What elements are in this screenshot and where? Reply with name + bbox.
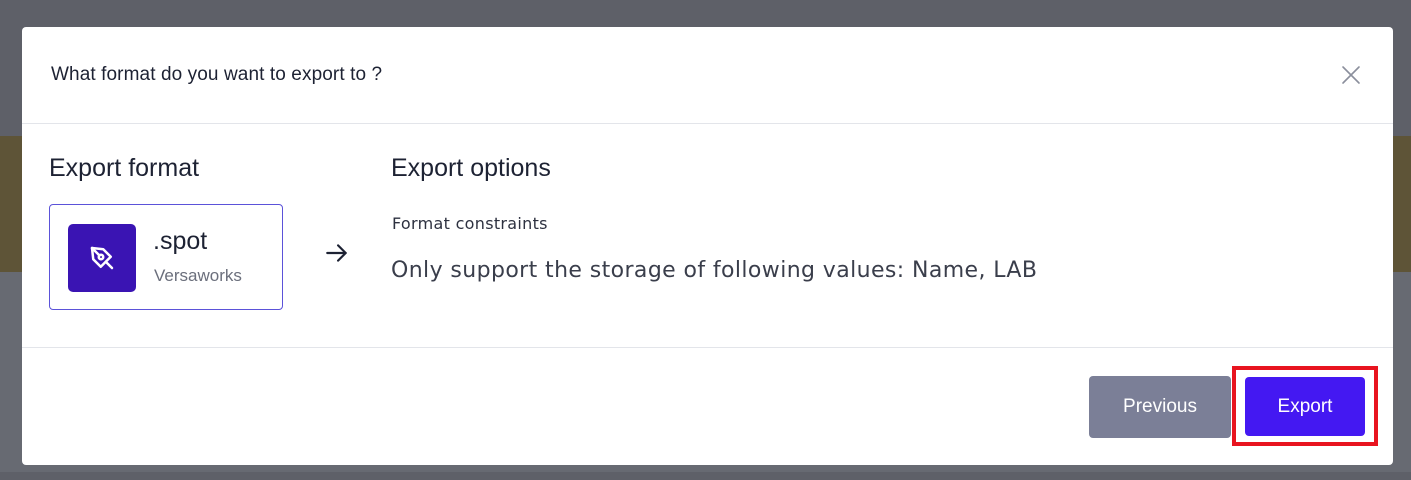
pen-tool-icon [68, 224, 136, 292]
dialog-title: What format do you want to export to ? [51, 64, 383, 85]
format-card-spot[interactable]: .spot Versaworks [49, 204, 283, 310]
dialog-body: Export format Export options .spot Versa… [22, 124, 1393, 348]
format-application: Versaworks [154, 266, 242, 285]
export-options-heading: Export options [391, 154, 551, 182]
export-button[interactable]: Export [1245, 377, 1365, 436]
format-constraints-label: Format constraints [392, 214, 548, 233]
export-format-heading: Export format [49, 154, 200, 182]
close-icon[interactable] [1339, 63, 1363, 87]
arrow-right-icon [324, 240, 350, 266]
dialog-footer: Previous Export [22, 348, 1393, 464]
format-constraints-text: Only support the storage of following va… [391, 258, 1038, 283]
dialog-header: What format do you want to export to ? [22, 27, 1393, 124]
export-dialog: What format do you want to export to ? E… [22, 27, 1393, 465]
previous-button[interactable]: Previous [1089, 376, 1231, 438]
format-extension: .spot [153, 227, 208, 255]
